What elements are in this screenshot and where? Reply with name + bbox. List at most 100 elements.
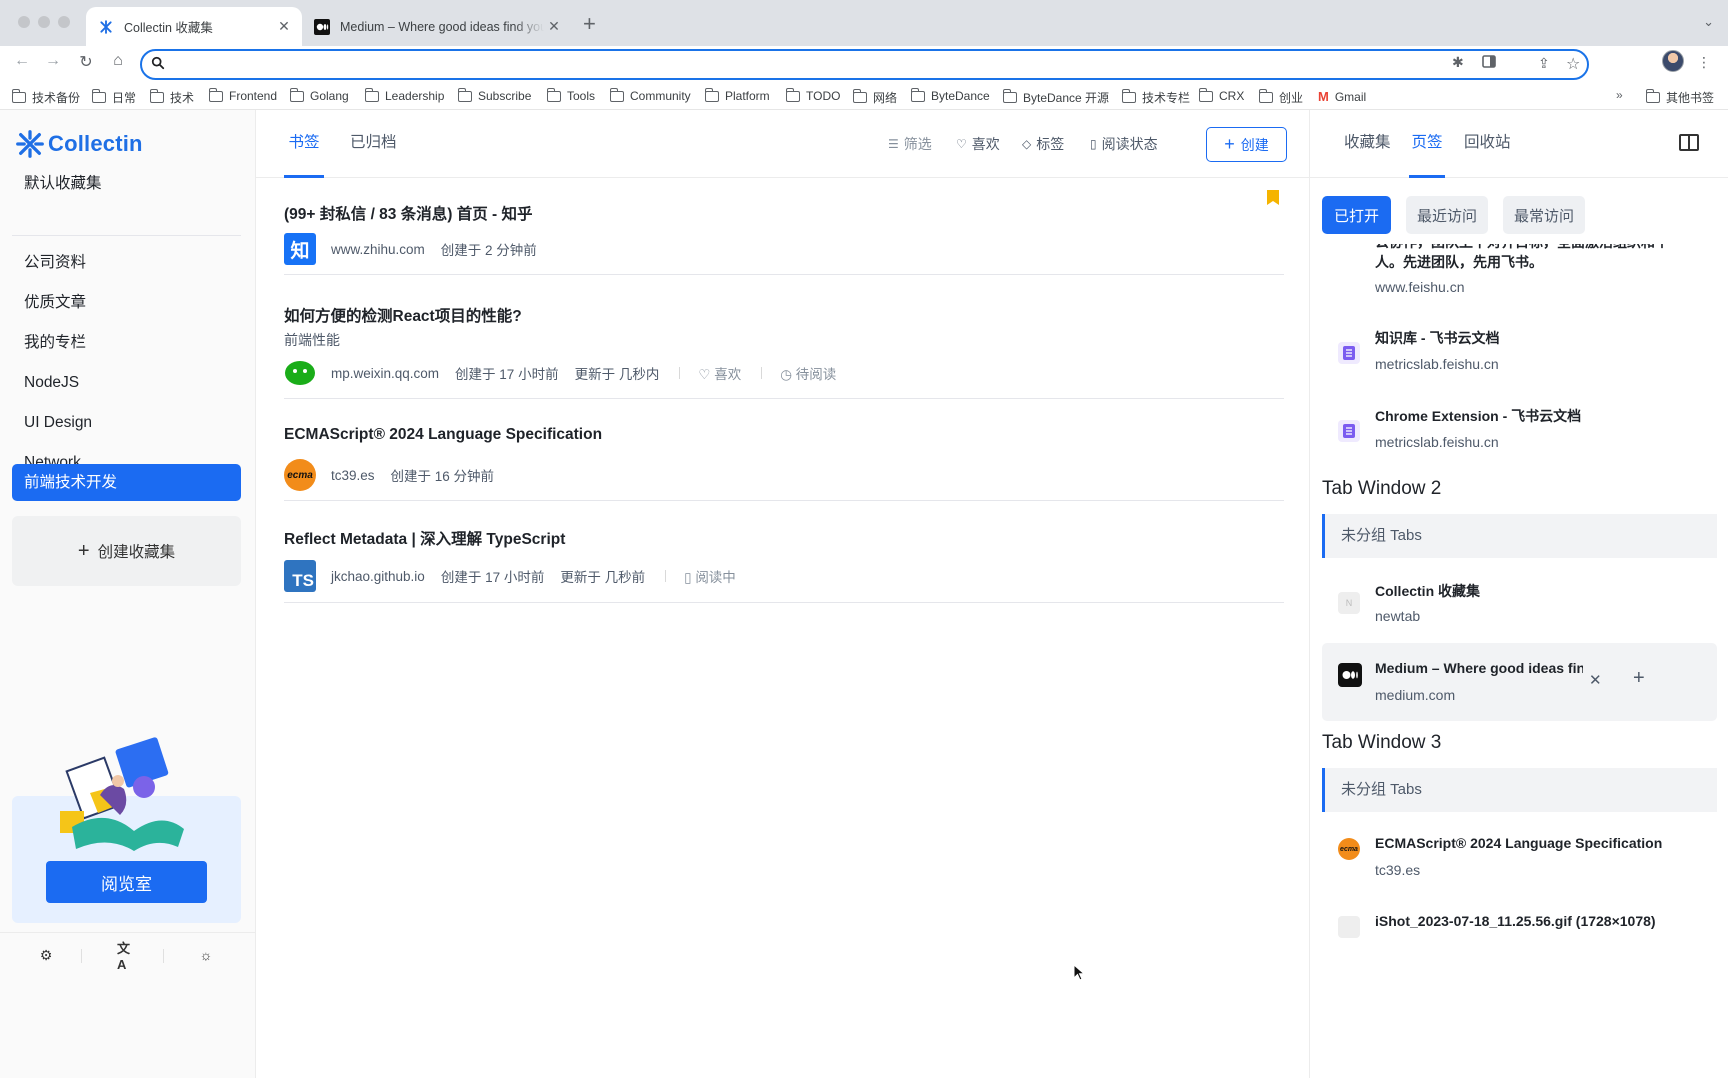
- bookmark-other[interactable]: 其他书签: [1645, 89, 1714, 106]
- settings-icon[interactable]: ⚙: [36, 945, 56, 965]
- bookmark-domain[interactable]: mp.weixin.qq.com: [331, 366, 439, 381]
- bookmark-8[interactable]: Community: [609, 87, 691, 103]
- more-vert-icon[interactable]: ⋮: [1697, 54, 1711, 71]
- close-icon[interactable]: ✕: [544, 18, 564, 35]
- like-filter-button[interactable]: ♡ 喜欢: [956, 134, 1000, 154]
- bookmark-3[interactable]: Frontend: [208, 87, 277, 103]
- bookmark-card[interactable]: (99+ 封私信 / 83 条消息) 首页 - 知乎 知 www.zhihu.c…: [284, 178, 1284, 275]
- bookmark-11[interactable]: 网络: [852, 89, 897, 106]
- address-bar[interactable]: ⇪ ☆: [140, 49, 1589, 80]
- bookmark-title[interactable]: Reflect Metadata | 深入理解 TypeScript: [284, 527, 565, 549]
- sidebar-item-company[interactable]: 公司资料: [12, 243, 241, 283]
- window-minimize-dot[interactable]: [38, 16, 50, 28]
- tab-item[interactable]: Chrome Extension - 飞书云文档 metricslab.feis…: [1322, 398, 1717, 468]
- bookmark-card[interactable]: ECMAScript® 2024 Language Specification …: [284, 400, 1284, 501]
- panel-toggle-icon[interactable]: [1679, 134, 1699, 151]
- back-icon[interactable]: ←: [10, 52, 34, 70]
- pill-frequent[interactable]: 最常访问: [1503, 196, 1585, 234]
- bookmark-4[interactable]: Golang: [289, 87, 349, 103]
- bookmark-16[interactable]: 创业: [1258, 89, 1303, 106]
- window-close-dot[interactable]: [18, 16, 30, 28]
- bookmark-1[interactable]: 日常: [91, 89, 136, 106]
- reload-icon[interactable]: ↻: [74, 52, 98, 72]
- create-collection-button[interactable]: + 创建收藏集: [12, 516, 241, 586]
- tab-collections[interactable]: 收藏集: [1344, 110, 1391, 178]
- bookmark-title[interactable]: ECMAScript® 2024 Language Specification: [284, 426, 602, 444]
- tab-item[interactable]: N Collectin 收藏集 newtab: [1322, 568, 1717, 638]
- read-status-filter-button[interactable]: ▯ 阅读状态: [1090, 134, 1158, 154]
- read-status-badge[interactable]: ◷ 待阅读: [780, 363, 836, 383]
- home-icon[interactable]: ⌂: [106, 52, 130, 70]
- read-status-badge[interactable]: ▯ 阅读中: [684, 566, 736, 586]
- translate-icon[interactable]: 文A: [117, 941, 137, 972]
- bookmark-10[interactable]: TODO: [785, 87, 840, 103]
- tab-bookmarks[interactable]: 书签: [284, 110, 324, 178]
- tab-item-description: 公协作，团队上下对齐目标，全面激活组织和个: [1375, 244, 1675, 252]
- new-tab-icon[interactable]: +: [583, 11, 596, 37]
- tab-item[interactable]: ecma ECMAScript® 2024 Language Specifica…: [1322, 822, 1717, 892]
- tab-archived[interactable]: 已归档: [350, 110, 397, 178]
- sidebar-item-nodejs[interactable]: NodeJS: [12, 363, 241, 403]
- brand-name: Collectin: [48, 131, 143, 156]
- filter-label: 筛选: [903, 136, 932, 152]
- browser-tab-collectin[interactable]: Collectin 收藏集 ✕: [86, 7, 302, 46]
- tab-trash[interactable]: 回收站: [1464, 110, 1511, 178]
- reading-room-button[interactable]: 阅览室: [46, 861, 207, 903]
- bookmark-9[interactable]: Platform: [704, 87, 770, 103]
- forward-icon[interactable]: →: [41, 52, 65, 70]
- tab-item[interactable]: 公协作，团队上下对齐目标，全面激活组织和个 人。先进团队，先用飞书。 www.f…: [1322, 244, 1717, 308]
- tab-tabs[interactable]: 页签: [1409, 110, 1445, 178]
- bookmark-card[interactable]: 如何方便的检测React项目的性能? 前端性能 mp.weixin.qq.com…: [284, 276, 1284, 399]
- profile-avatar[interactable]: [1662, 50, 1684, 72]
- group-header[interactable]: 未分组 Tabs: [1322, 514, 1717, 558]
- bookmark-domain[interactable]: www.zhihu.com: [331, 242, 425, 257]
- tags-filter-button[interactable]: ◇ 标签: [1022, 134, 1064, 154]
- bookmark-card[interactable]: Reflect Metadata | 深入理解 TypeScript TS jk…: [284, 502, 1284, 603]
- sidebar-item-columns[interactable]: 我的专栏: [12, 323, 241, 363]
- tab-item[interactable]: iShot_2023-07-18_11.25.56.gif (1728×1078…: [1322, 904, 1717, 964]
- close-icon[interactable]: ✕: [274, 18, 294, 35]
- bookmark-13[interactable]: ByteDance 开源: [1002, 89, 1109, 106]
- bookmark-17[interactable]: M Gmail: [1318, 89, 1366, 104]
- bookmark-title[interactable]: (99+ 封私信 / 83 条消息) 首页 - 知乎: [284, 202, 532, 224]
- tab-item[interactable]: 知识库 - 飞书云文档 metricslab.feishu.cn: [1322, 320, 1717, 390]
- sidebar-item-frontend[interactable]: 前端技术开发: [12, 464, 241, 501]
- tab-item-url: tc39.es: [1375, 862, 1421, 878]
- bookmark-15[interactable]: CRX: [1198, 87, 1244, 103]
- close-tab-icon[interactable]: ✕: [1589, 671, 1602, 689]
- bookmark-0[interactable]: 技术备份: [11, 89, 80, 106]
- theme-icon[interactable]: ☼: [196, 945, 216, 965]
- tab-item-title: Chrome Extension - 飞书云文档: [1375, 408, 1582, 424]
- bookmark-6[interactable]: Subscribe: [457, 87, 531, 103]
- bookmark-5[interactable]: Leadership: [364, 87, 444, 103]
- pill-recent[interactable]: 最近访问: [1406, 196, 1488, 234]
- filter-button[interactable]: ☰ 筛选: [888, 134, 932, 154]
- chevron-down-icon[interactable]: ⌄: [1703, 14, 1714, 30]
- star-icon[interactable]: ☆: [1566, 54, 1580, 74]
- bookmark-7[interactable]: Tools: [546, 87, 595, 103]
- like-toggle[interactable]: ♡ 喜欢: [698, 363, 741, 383]
- create-bookmark-button[interactable]: + 创建: [1206, 127, 1287, 162]
- tab-item[interactable]: Medium – Where good ideas find you mediu…: [1322, 643, 1717, 721]
- bookmark-14[interactable]: 技术专栏: [1121, 89, 1190, 106]
- sidebar-item-ui-design[interactable]: UI Design: [12, 403, 241, 443]
- pill-opened[interactable]: 已打开: [1322, 196, 1391, 234]
- bookmark-12[interactable]: ByteDance: [910, 87, 990, 103]
- share-icon[interactable]: ⇪: [1538, 55, 1550, 72]
- bookmarks-overflow-icon[interactable]: »: [1616, 88, 1623, 102]
- bookmark-title[interactable]: 如何方便的检测React项目的性能?: [284, 304, 522, 326]
- image-file-icon: [1338, 916, 1360, 938]
- typescript-logo-icon: TS: [284, 560, 316, 592]
- sidebar-item-articles[interactable]: 优质文章: [12, 283, 241, 323]
- sidebar-item-default[interactable]: 默认收藏集: [12, 164, 241, 204]
- extensions-icon[interactable]: ✱: [1452, 54, 1464, 71]
- bookmark-2[interactable]: 技术: [149, 89, 194, 106]
- browser-tab-medium[interactable]: Medium – Where good ideas find you ✕: [302, 7, 572, 46]
- side-panel-icon[interactable]: [1482, 55, 1496, 71]
- add-to-collection-icon[interactable]: +: [1633, 667, 1645, 690]
- window-zoom-dot[interactable]: [58, 16, 70, 28]
- bookmark-domain[interactable]: jkchao.github.io: [331, 569, 425, 584]
- bookmark-domain[interactable]: tc39.es: [331, 468, 375, 483]
- group-header[interactable]: 未分组 Tabs: [1322, 768, 1717, 812]
- bookmark-flag-icon[interactable]: [1266, 189, 1280, 206]
